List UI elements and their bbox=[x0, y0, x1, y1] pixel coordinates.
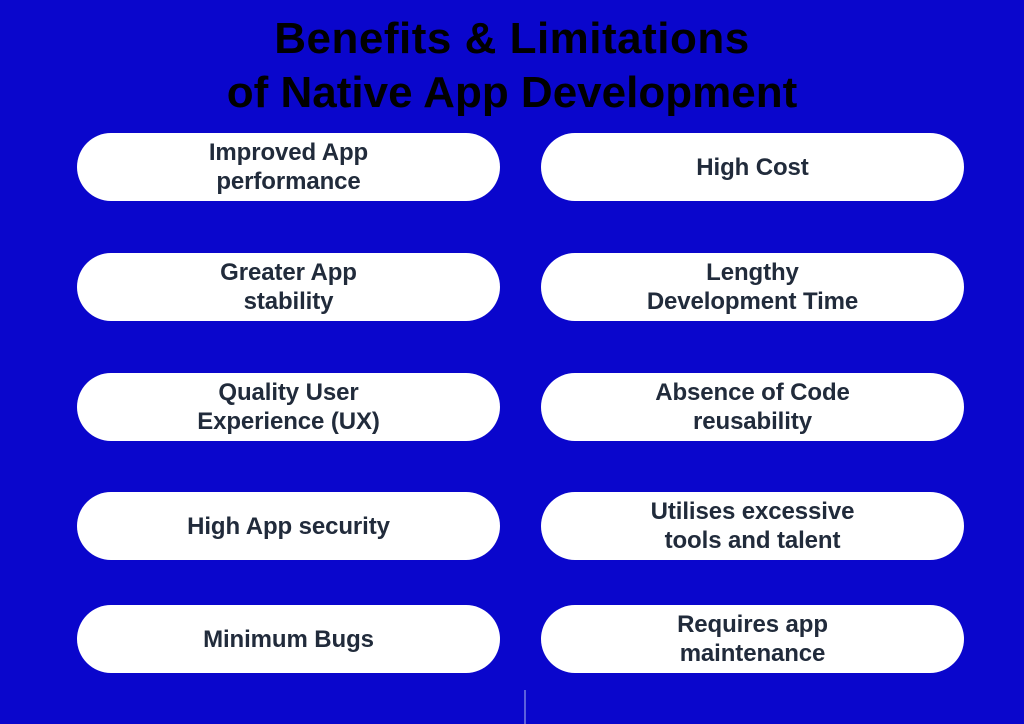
bottom-divider bbox=[524, 690, 526, 724]
infographic-root: Benefits & Limitations of Native App Dev… bbox=[0, 0, 1024, 724]
page-title-line-2: of Native App Development bbox=[226, 68, 798, 117]
benefit-pill-4-label: High App security bbox=[187, 512, 390, 540]
limitation-pill-4-label: Utilises excessive tools and talent bbox=[650, 498, 855, 554]
limitation-pill-4: Utilises excessive tools and talent bbox=[541, 492, 964, 560]
benefit-pill-2: Greater App stability bbox=[77, 253, 500, 321]
benefit-pill-3-label: Quality User Experience (UX) bbox=[197, 379, 380, 435]
limitation-pill-1-label: High Cost bbox=[696, 153, 809, 181]
benefit-pill-1-label: Improved App performance bbox=[208, 139, 369, 195]
limitation-pill-1: High Cost bbox=[541, 133, 964, 201]
page-title-line-1: Benefits & Limitations bbox=[274, 14, 750, 63]
pill-columns: Improved App performance Greater App sta… bbox=[0, 133, 1024, 673]
limitations-column: High Cost Lengthy Development Time Absen… bbox=[541, 133, 964, 673]
benefit-pill-4: High App security bbox=[77, 492, 500, 560]
limitation-pill-3-label: Absence of Code reusability bbox=[655, 379, 850, 435]
page-title: Benefits & Limitations of Native App Dev… bbox=[0, 12, 1024, 120]
limitation-pill-5: Requires app maintenance bbox=[541, 605, 964, 673]
benefit-pill-2-label: Greater App stability bbox=[220, 259, 357, 315]
benefit-pill-1: Improved App performance bbox=[77, 133, 500, 201]
limitation-pill-2: Lengthy Development Time bbox=[541, 253, 964, 321]
benefit-pill-5-label: Minimum Bugs bbox=[203, 625, 374, 653]
limitation-pill-2-label: Lengthy Development Time bbox=[646, 259, 859, 315]
benefit-pill-5: Minimum Bugs bbox=[77, 605, 500, 673]
benefits-column: Improved App performance Greater App sta… bbox=[77, 133, 500, 673]
benefit-pill-3: Quality User Experience (UX) bbox=[77, 373, 500, 441]
limitation-pill-5-label: Requires app maintenance bbox=[677, 611, 828, 667]
limitation-pill-3: Absence of Code reusability bbox=[541, 373, 964, 441]
